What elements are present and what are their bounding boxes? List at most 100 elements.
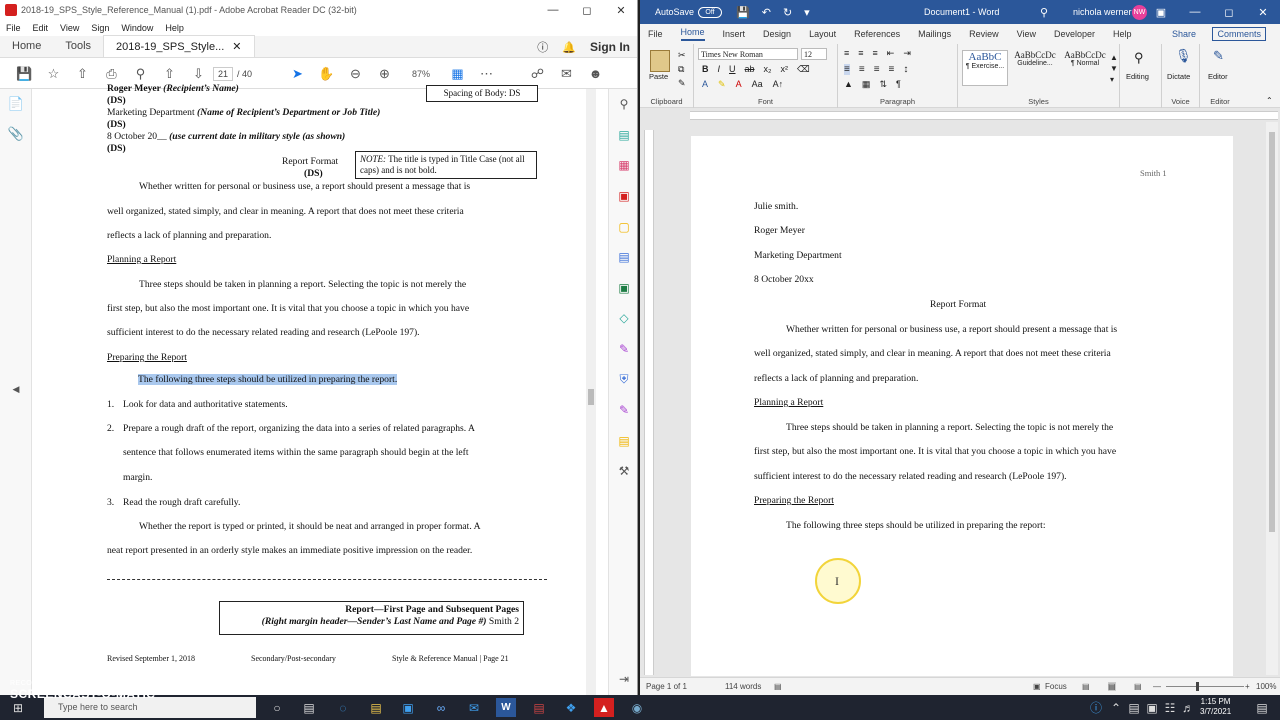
file-explorer-icon[interactable]: ▤ (366, 698, 386, 717)
sort-icon[interactable]: ⇅ (879, 79, 887, 90)
undo-icon[interactable]: ↶ (762, 6, 771, 19)
close-icon[interactable]: ✕ (1246, 0, 1280, 24)
pdf-scrollbar[interactable] (586, 89, 596, 695)
more-tools-wrench-icon[interactable]: ⚒ (609, 456, 637, 487)
edit-pdf-icon[interactable]: ✎ (609, 395, 637, 426)
style-exercise[interactable]: AaBbC ¶ Exercise... (962, 50, 1008, 86)
status-zoom[interactable]: 100% (1256, 682, 1276, 691)
bullets-icon[interactable]: ≡ (844, 48, 849, 59)
word-page[interactable]: Smith 1 Julie smith. Roger Meyer Marketi… (691, 136, 1233, 676)
zoom-in-icon[interactable]: + (1245, 682, 1250, 691)
tab-developer[interactable]: Developer (1054, 29, 1095, 39)
autosave-toggle[interactable]: Off (698, 6, 723, 18)
horizontal-ruler[interactable] (640, 108, 1280, 122)
taskbar-clock[interactable]: 1:15 PM 3/7/2021 (1200, 697, 1231, 717)
recorder-icon[interactable]: ◉ (627, 698, 647, 717)
borders-icon[interactable]: ▦ (862, 79, 871, 90)
increase-indent-icon[interactable]: ⇥ (903, 48, 911, 59)
page-number-input[interactable]: 21 (213, 66, 234, 81)
autosave-control[interactable]: AutoSave Off (655, 6, 723, 18)
zoom-slider[interactable] (1166, 686, 1244, 687)
search-tool-icon[interactable]: ⚲ (609, 89, 637, 120)
combine-files-icon[interactable]: ▤ (609, 242, 637, 273)
excel-export-icon[interactable]: ▣ (609, 273, 637, 304)
collapse-ribbon-icon[interactable]: ⌃ (1266, 96, 1273, 105)
close-icon[interactable]: ✕ (604, 0, 637, 20)
menu-sign[interactable]: Sign (91, 23, 109, 33)
vertical-ruler[interactable] (644, 130, 654, 675)
align-left-icon[interactable]: ≡ (844, 64, 850, 75)
maximize-icon[interactable]: ◻ (570, 0, 604, 20)
strikethrough-icon[interactable]: ab (745, 64, 755, 75)
word-taskbar-icon[interactable]: W (496, 698, 516, 717)
mail-icon[interactable]: ✉ (464, 698, 484, 717)
tab-layout[interactable]: Layout (809, 29, 836, 39)
styles-more-icon[interactable]: ▲ ▼ ▾ (1110, 52, 1118, 85)
share-user-icon[interactable]: ☻ (581, 62, 610, 86)
send-review-icon[interactable]: ▤ (609, 426, 637, 457)
search-icon[interactable]: ⚲ (1040, 6, 1048, 19)
create-pdf-icon[interactable]: ▣ (609, 181, 637, 212)
cut-icon[interactable]: ✂ (678, 50, 686, 61)
tab-design[interactable]: Design (763, 29, 791, 39)
volume-icon[interactable]: ♬ (1178, 698, 1198, 717)
page-down-icon[interactable]: ⇩ (184, 62, 213, 86)
justify-icon[interactable]: ≡ (889, 64, 895, 75)
email-icon[interactable]: ✉ (552, 62, 581, 86)
find-icon[interactable]: ⚲ (126, 62, 155, 86)
save-icon[interactable]: 💾 (10, 62, 39, 86)
redo-icon[interactable]: ↻ (783, 6, 792, 19)
save-icon[interactable]: 💾 (736, 6, 750, 19)
page-fit-icon[interactable]: ▦ (443, 62, 472, 86)
help-tray-icon[interactable]: ⓘ (1086, 698, 1106, 717)
status-words[interactable]: 114 words (725, 682, 761, 691)
user-name[interactable]: nichola werner (1073, 7, 1132, 17)
editing-icon[interactable]: ⚲ (1134, 50, 1144, 66)
word-scrollbar[interactable] (1266, 122, 1278, 675)
tab-home[interactable]: Home (0, 35, 53, 57)
fill-sign-icon[interactable]: ✎ (609, 334, 637, 365)
proofing-icon[interactable]: ▤ (774, 682, 782, 691)
show-formatting-icon[interactable]: ¶ (896, 79, 901, 90)
italic-icon[interactable]: I (718, 64, 721, 75)
numbering-icon[interactable]: ≡ (858, 48, 863, 59)
shading-icon[interactable]: ▲ (844, 79, 853, 90)
tab-file[interactable]: File (648, 29, 663, 39)
editor-pen-icon[interactable]: ✎ (1213, 48, 1224, 64)
status-page[interactable]: Page 1 of 1 (646, 682, 687, 691)
tab-review[interactable]: Review (969, 29, 999, 39)
multilevel-icon[interactable]: ≡ (873, 48, 878, 59)
paste-button[interactable]: Paste (649, 72, 668, 81)
dropbox-icon[interactable]: ❖ (561, 698, 581, 717)
line-spacing-icon[interactable]: ↕ (903, 64, 908, 75)
zoom-level[interactable]: 87% (399, 62, 443, 86)
web-layout-icon[interactable]: ▤ (1134, 682, 1142, 691)
export-pdf-icon[interactable]: ▤ (609, 120, 637, 151)
superscript-icon[interactable]: x² (781, 64, 789, 75)
underline-icon[interactable]: U (729, 64, 736, 75)
page-up-icon[interactable]: ⇧ (155, 62, 184, 86)
edge-icon[interactable]: ◌ (333, 698, 353, 717)
menu-window[interactable]: Window (121, 23, 153, 33)
font-name-select[interactable]: Times New Roman (698, 48, 798, 60)
align-center-icon[interactable]: ≡ (859, 64, 865, 75)
tab-insert[interactable]: Insert (723, 29, 746, 39)
format-painter-icon[interactable]: ✎ (678, 78, 686, 89)
zoom-out-icon[interactable]: — (1153, 682, 1161, 691)
zoom-slider-handle[interactable] (1196, 682, 1199, 691)
scan-icon[interactable]: ◇ (609, 303, 637, 334)
subscript-icon[interactable]: x₂ (764, 64, 772, 75)
paste-icon[interactable] (650, 50, 670, 72)
editing-button[interactable]: Editing (1126, 72, 1149, 81)
highlight-icon[interactable]: ✎ (718, 79, 726, 90)
sign-in-button[interactable]: Sign In (590, 40, 630, 54)
pdf-selected-text[interactable]: The following three steps should be util… (138, 374, 398, 385)
customize-qa-icon[interactable]: ▾ (804, 6, 810, 19)
acrobat-taskbar-icon[interactable]: ▲ (594, 698, 614, 717)
link-icon[interactable]: ☍ (523, 62, 552, 86)
app-link-icon[interactable]: ∞ (431, 698, 451, 717)
tab-mailings[interactable]: Mailings (918, 29, 951, 39)
grow-font-icon[interactable]: A↑ (773, 79, 784, 90)
tab-references[interactable]: References (854, 29, 900, 39)
align-right-icon[interactable]: ≡ (874, 64, 880, 75)
